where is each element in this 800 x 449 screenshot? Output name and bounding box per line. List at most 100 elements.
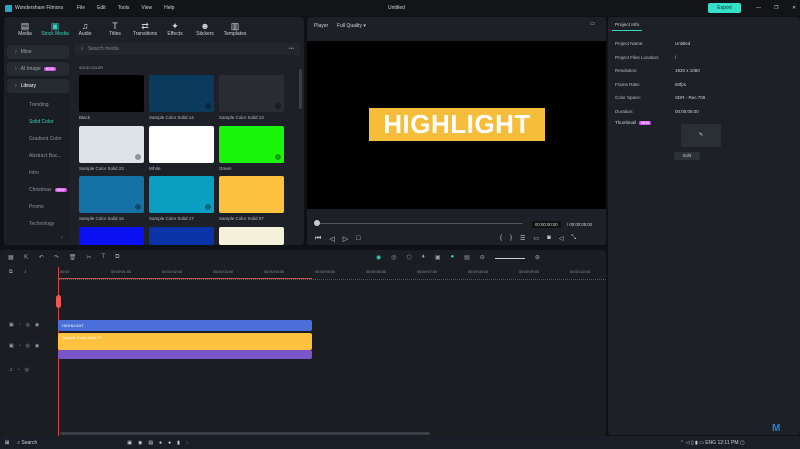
menu-file[interactable]: File	[77, 5, 85, 11]
tab-media[interactable]: ▤ Media	[10, 21, 40, 40]
color-item[interactable]	[149, 226, 214, 245]
timeline-toolbar: ▦ ⇱ ↶ ↷ 🗑 ✂ T ⧉	[8, 254, 119, 261]
step-back-icon[interactable]: ◁	[329, 235, 334, 243]
text-tool-icon[interactable]: T	[101, 254, 105, 261]
zoom-in-icon[interactable]: ⊕	[535, 254, 540, 261]
audio-icon[interactable]: ◁	[559, 235, 564, 242]
undo-icon[interactable]: ↶	[39, 254, 44, 261]
zoom-out-icon[interactable]: ⊖	[480, 254, 485, 261]
prev-frame-icon[interactable]: ⏮	[315, 235, 321, 243]
sidebar-sub-item[interactable]: Trending	[7, 96, 69, 113]
download-icon[interactable]	[205, 204, 211, 210]
quality-dropdown[interactable]: Full Quality ▾	[337, 23, 366, 29]
tab-transitions[interactable]: ⇄ Transitions	[130, 21, 160, 40]
voice-icon[interactable]: ▣	[435, 254, 441, 261]
add-track-icon[interactable]: ⧉	[9, 269, 13, 275]
sidebar-sub-item[interactable]: Promo	[7, 198, 69, 215]
snapshot-view-icon[interactable]: ▭	[590, 21, 595, 27]
sidebar-sub-item[interactable]: Gradient Color	[7, 130, 69, 147]
edit-thumbnail-button[interactable]: Edit	[674, 152, 700, 160]
color-item[interactable]: Black	[79, 75, 144, 120]
camera-icon[interactable]: ◙	[547, 235, 551, 242]
download-icon[interactable]	[275, 103, 281, 109]
color-item[interactable]: Sample Color Solid 16	[79, 176, 144, 221]
color-item[interactable]: Sample Color Solid 13	[219, 75, 284, 120]
more-options-icon[interactable]: •••	[289, 46, 294, 52]
export-button[interactable]: Export	[708, 3, 741, 13]
stop-icon[interactable]: □	[356, 235, 360, 243]
taskbar-search[interactable]: ⌕ Search	[17, 440, 37, 446]
timeline-scrollbar[interactable]	[60, 432, 430, 435]
tab-effects[interactable]: ✦ Effects	[160, 21, 190, 40]
subtitle-icon[interactable]: ▤	[464, 254, 470, 261]
mark-out-icon[interactable]: }	[510, 235, 512, 242]
download-icon[interactable]	[275, 153, 281, 160]
shield-icon[interactable]: ⬡	[407, 254, 412, 261]
color-item[interactable]	[219, 226, 284, 245]
search-bar[interactable]: ⌕ Search media •••	[75, 43, 300, 55]
collapse-sidebar-button[interactable]: ‹	[61, 235, 63, 241]
playback-progress[interactable]	[317, 223, 523, 224]
download-icon[interactable]	[135, 153, 141, 160]
timeline-clip[interactable]	[58, 350, 312, 359]
select-icon[interactable]: ⇱	[24, 254, 29, 261]
maximize-button[interactable]: ❐	[774, 5, 778, 11]
download-icon[interactable]	[135, 204, 141, 210]
fullscreen-icon[interactable]: ⤡	[571, 235, 576, 242]
color-item[interactable]: Sample Color Solid 07	[219, 176, 284, 221]
tab-titles[interactable]: T Titles	[100, 21, 130, 40]
minimize-button[interactable]: —	[756, 5, 761, 11]
color-item[interactable]: Sample Color Solid 14	[149, 75, 214, 120]
markers-icon[interactable]: ☰	[520, 235, 525, 242]
playhead-knob[interactable]	[314, 220, 320, 226]
color-item[interactable]: White	[149, 125, 214, 171]
media-scrollbar[interactable]	[299, 69, 302, 109]
tab-templates[interactable]: ▥ Templates	[220, 21, 250, 40]
close-button[interactable]: ✕	[792, 5, 796, 11]
tab-stock-media[interactable]: ▣ Stock Media	[40, 21, 70, 40]
sidebar-item-ai-image[interactable]: › AI Image NEW	[7, 62, 69, 76]
link-icon[interactable]: ♪	[24, 269, 27, 275]
color-item[interactable]: Green	[219, 125, 284, 171]
display-icon[interactable]: ▭	[533, 235, 539, 242]
sidebar-item-mine[interactable]: › Mine	[7, 45, 69, 59]
redo-icon[interactable]: ↷	[54, 254, 59, 261]
search-input[interactable]: Search media	[88, 46, 119, 52]
sidebar-sub-label: Intro	[29, 169, 40, 176]
render-icon[interactable]: ◉	[376, 254, 381, 261]
color-item[interactable]	[79, 226, 144, 245]
info-key: Resolution:	[615, 68, 638, 74]
sidebar-sub-item[interactable]: Solid Color	[7, 113, 69, 130]
sidebar-sub-item[interactable]: Technology	[7, 215, 69, 232]
color-item[interactable]: Sample Color Solid 17	[149, 176, 214, 221]
windows-start-icon[interactable]: ⊞	[5, 440, 9, 446]
timeline-clip[interactable]: Sample Color Solid 07	[58, 333, 312, 350]
sidebar-sub-item[interactable]: Christmas NEW	[7, 181, 69, 198]
zoom-slider[interactable]	[494, 258, 525, 259]
sidebar-sub-item[interactable]: Abstract Bac...	[7, 147, 69, 164]
menu-view[interactable]: View	[141, 5, 152, 11]
tab-project-info[interactable]: Project Info	[612, 21, 643, 31]
ai-icon[interactable]: ●	[450, 254, 454, 261]
mark-in-icon[interactable]: {	[500, 235, 502, 242]
download-icon[interactable]	[205, 103, 211, 109]
mic-icon[interactable]: ♦	[422, 254, 425, 261]
menu-help[interactable]: Help	[164, 5, 174, 11]
timeline-clip[interactable]: HIGHLIGHT	[58, 320, 312, 331]
tab-stickers[interactable]: ☻ Stickers	[190, 21, 220, 40]
play-icon[interactable]: ▷	[343, 235, 348, 243]
playhead-handle[interactable]	[56, 295, 61, 308]
cut-icon[interactable]: ✂	[86, 254, 91, 261]
record-icon[interactable]: ◎	[391, 254, 396, 261]
delete-icon[interactable]: 🗑	[69, 254, 77, 261]
menu-tools[interactable]: Tools	[118, 5, 130, 11]
sidebar-label: AI Image	[20, 66, 41, 72]
color-item[interactable]: Sample Color Solid 23	[79, 125, 144, 171]
tab-audio[interactable]: ♫ Audio	[70, 21, 100, 40]
thumbnail-box[interactable]: ✎	[681, 124, 721, 147]
menu-edit[interactable]: Edit	[97, 5, 106, 11]
crop-icon[interactable]: ⧉	[115, 254, 119, 261]
layout-icon[interactable]: ▦	[8, 254, 14, 261]
sidebar-sub-item[interactable]: Intro	[7, 164, 69, 181]
sidebar-item-library[interactable]: › Library	[7, 79, 69, 93]
